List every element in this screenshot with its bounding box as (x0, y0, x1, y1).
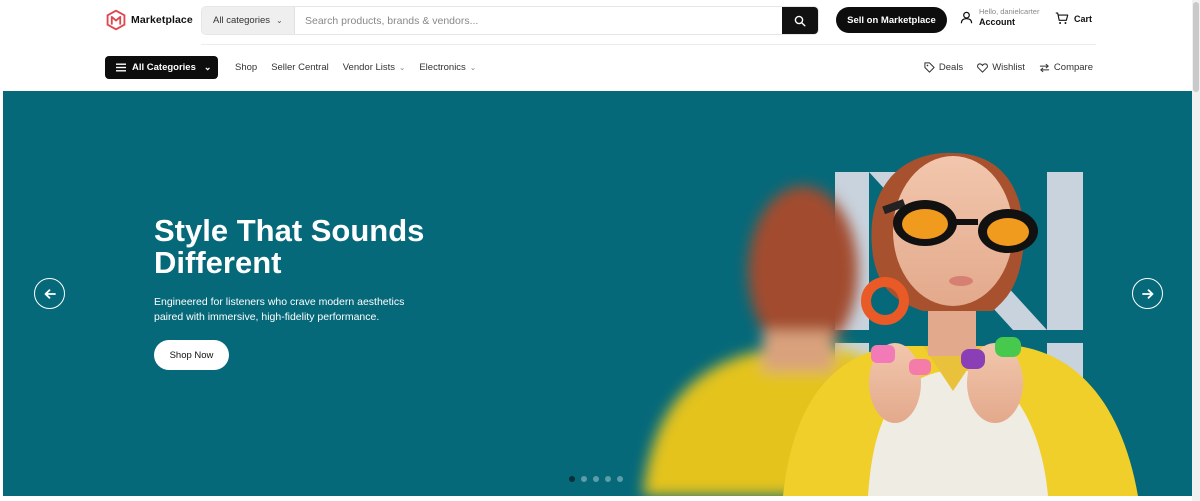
nav-link-electronics[interactable]: Electronics ⌄ (419, 62, 476, 73)
page-scrollbar[interactable] (1192, 0, 1200, 501)
cart-label: Cart (1074, 13, 1093, 24)
nav-bar: All Categories ⌄ Shop Seller Central Ven… (0, 45, 1200, 90)
logo-cube-icon (106, 9, 126, 31)
all-categories-button[interactable]: All Categories ⌄ (105, 56, 218, 79)
primary-nav: Shop Seller Central Vendor Lists ⌄ Elect… (235, 62, 476, 73)
chevron-down-icon: ⌄ (276, 16, 283, 25)
next-slide-button[interactable] (1132, 278, 1163, 309)
slide-indicators (569, 476, 623, 482)
slide-dot[interactable] (605, 476, 611, 482)
previous-slide-button[interactable] (34, 278, 65, 309)
search-input[interactable] (295, 7, 782, 34)
nav-link-label: Deals (938, 62, 964, 73)
compare-icon (1039, 63, 1050, 72)
cart-icon (1055, 12, 1069, 24)
hero-subtitle: Engineered for listeners who crave moder… (154, 296, 405, 324)
nav-link-label: Compare (1053, 62, 1093, 73)
search-bar: All categories ⌄ (201, 6, 819, 35)
shop-now-button[interactable]: Shop Now (154, 340, 229, 370)
hero-title: Style That Sounds Different (154, 213, 425, 280)
nav-link-vendor-lists[interactable]: Vendor Lists ⌄ (343, 62, 406, 73)
nav-link-label: Electronics (419, 62, 466, 73)
slide-dot[interactable] (593, 476, 599, 482)
brand-name: Marketplace (131, 14, 193, 26)
account-menu[interactable]: Hello, danielcarter Account (960, 7, 1040, 27)
nav-link-wishlist[interactable]: Wishlist (977, 62, 1025, 73)
chevron-down-icon: ⌄ (203, 62, 212, 72)
secondary-nav: Deals Wishlist Compare (924, 62, 1093, 73)
all-categories-label: All Categories (132, 62, 196, 73)
account-text: Hello, danielcarter Account (979, 7, 1040, 27)
nav-link-label: Vendor Lists (342, 62, 396, 73)
nav-link-deals[interactable]: Deals (924, 62, 963, 73)
arrow-left-icon (44, 288, 56, 299)
nav-link-shop[interactable]: Shop (235, 62, 257, 73)
nav-link-compare[interactable]: Compare (1039, 62, 1093, 73)
logo[interactable]: Marketplace (105, 9, 193, 31)
heart-icon (977, 62, 989, 73)
search-icon (794, 15, 806, 27)
page: Marketplace All categories ⌄ Sell on Mar… (0, 0, 1200, 501)
cart-link[interactable]: Cart (1055, 12, 1092, 25)
hero-model-image (643, 152, 1138, 496)
slide-dot[interactable] (569, 476, 575, 482)
sell-on-marketplace-button[interactable]: Sell on Marketplace (836, 7, 947, 33)
slide-dot[interactable] (581, 476, 587, 482)
menu-icon (116, 63, 126, 72)
nav-link-label: Seller Central (271, 62, 329, 73)
nav-link-seller-central[interactable]: Seller Central (271, 62, 329, 73)
user-icon (960, 11, 973, 24)
search-category-label: All categories (213, 15, 271, 26)
tag-icon (924, 62, 935, 73)
arrow-right-icon (1141, 288, 1153, 299)
search-button[interactable] (782, 7, 818, 34)
account-label: Account (979, 16, 1015, 27)
nav-link-label: Shop (235, 62, 258, 73)
hero-banner: Style That Sounds Different Engineered f… (3, 91, 1195, 496)
account-greeting: Hello, danielcarter (979, 7, 1040, 16)
nav-link-label: Wishlist (992, 62, 1025, 73)
slide-dot[interactable] (617, 476, 623, 482)
chevron-down-icon: ⌄ (469, 63, 477, 72)
top-header: Marketplace All categories ⌄ Sell on Mar… (0, 0, 1200, 44)
chevron-down-icon: ⌄ (399, 63, 406, 72)
search-category-select[interactable]: All categories ⌄ (202, 7, 295, 34)
scrollbar-thumb[interactable] (1193, 2, 1199, 92)
